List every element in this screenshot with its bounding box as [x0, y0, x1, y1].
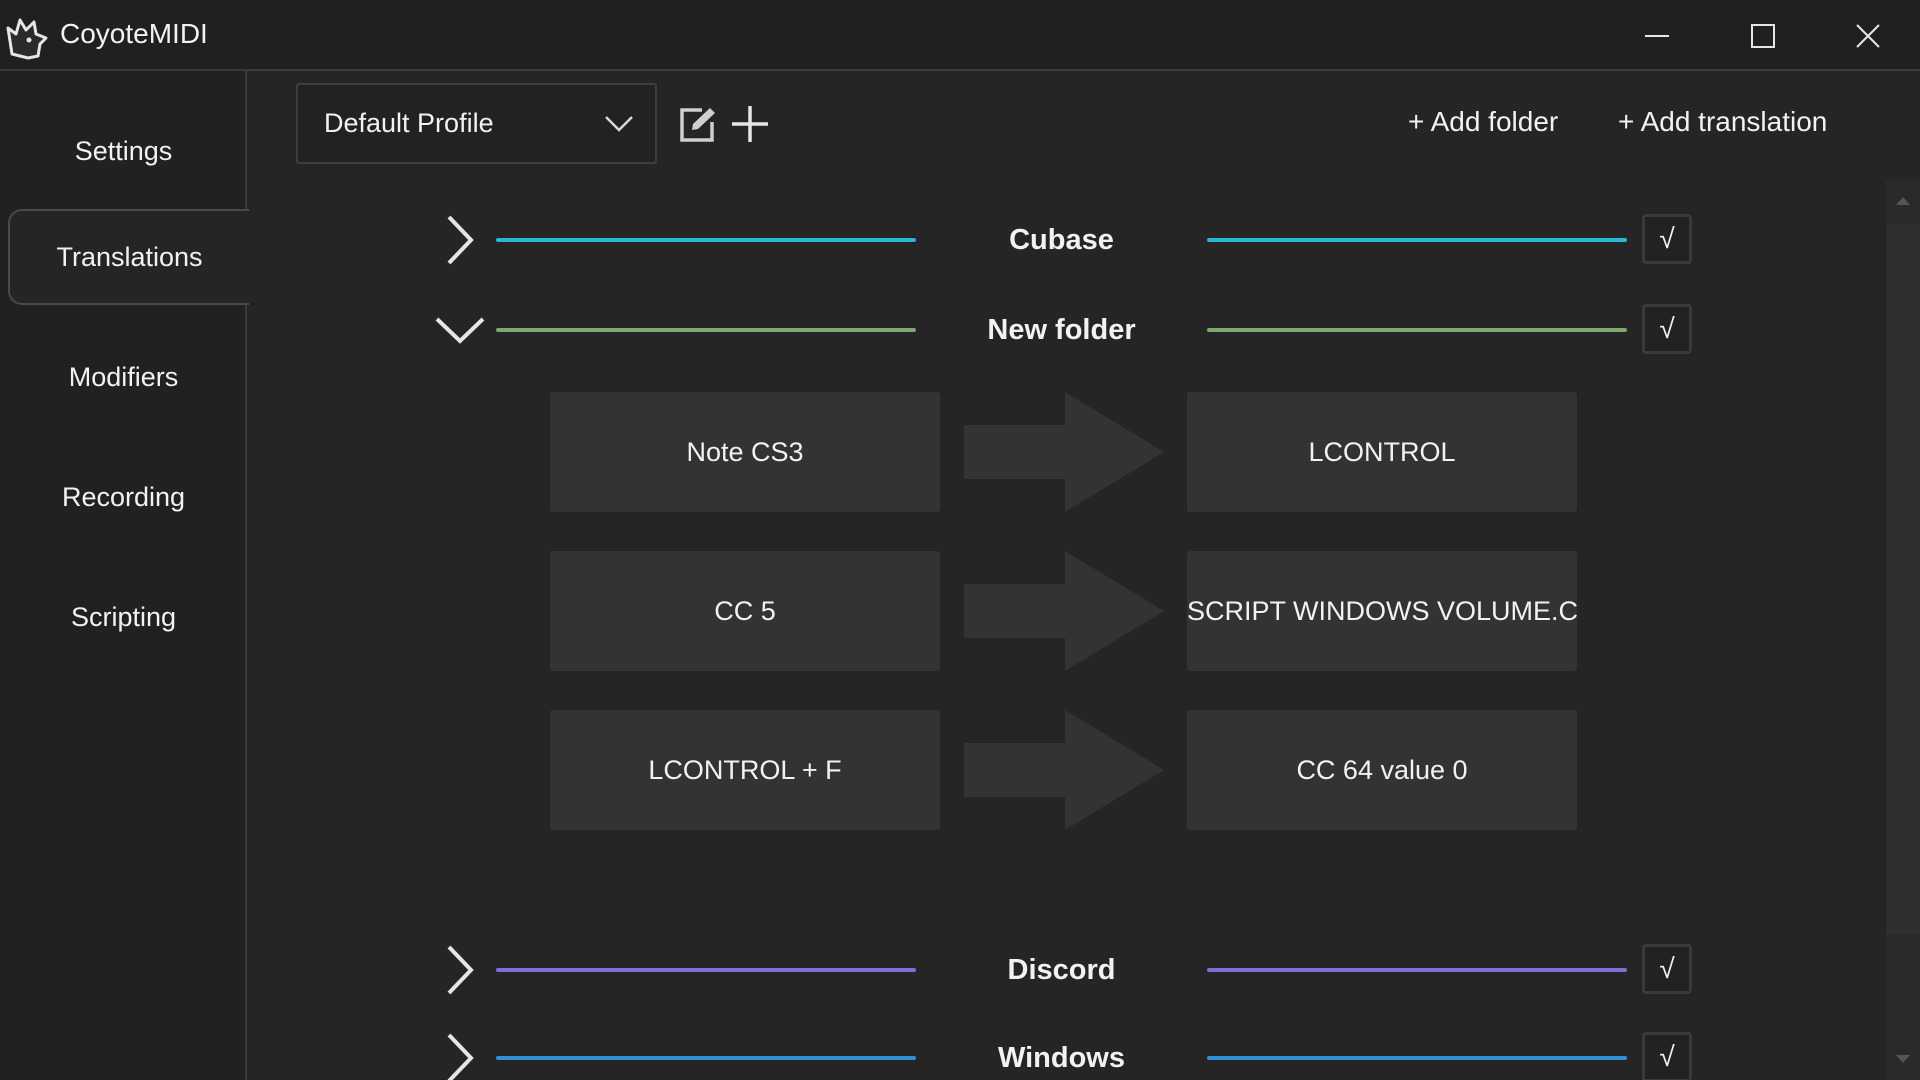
translation-input[interactable]: LCONTROL + F — [550, 710, 940, 830]
folder-name: New folder — [987, 313, 1136, 346]
folder-expand-toggle[interactable] — [432, 942, 488, 998]
app-title: CoyoteMIDI — [60, 18, 208, 49]
sidebar: Settings Translations Modifiers Recordin… — [0, 71, 253, 1080]
close-icon — [1855, 23, 1880, 48]
folder-name: Discord — [1007, 953, 1116, 986]
triangle-down-icon — [1896, 1055, 1910, 1063]
translation-row: Note CS3 LCONTROL — [548, 392, 1577, 512]
translation-row: LCONTROL + F CC 64 value 0 — [548, 710, 1577, 830]
translation-output[interactable]: LCONTROL — [1187, 392, 1577, 512]
folder-name: Cubase — [1009, 223, 1114, 256]
sidebar-item-recording[interactable]: Recording — [0, 449, 247, 545]
profile-selected-value: Default Profile — [324, 108, 494, 138]
scrollbar-thumb[interactable] — [1886, 224, 1920, 935]
translation-input[interactable]: Note CS3 — [550, 392, 940, 512]
folder-expand-toggle[interactable] — [432, 212, 488, 268]
folder-divider-left — [496, 1056, 916, 1060]
coyote-logo-icon — [6, 18, 48, 60]
chevron-down-icon — [605, 116, 633, 132]
folder-divider-left — [496, 238, 916, 242]
minimize-button[interactable] — [1604, 0, 1709, 71]
folder-enabled-checkbox[interactable]: √ — [1642, 944, 1692, 994]
chevron-right-icon — [447, 945, 474, 995]
folder-expand-toggle[interactable] — [432, 1030, 488, 1080]
folder-divider-right — [1207, 1056, 1627, 1060]
title-bar: CoyoteMIDI — [0, 0, 1920, 71]
vertical-scrollbar[interactable] — [1886, 180, 1920, 1080]
arrow-right-icon — [964, 392, 1164, 512]
translation-output[interactable]: CC 64 value 0 — [1187, 710, 1577, 830]
folder-name: Windows — [997, 1041, 1125, 1074]
folder-divider-right — [1207, 328, 1627, 332]
folder-divider-right — [1207, 238, 1627, 242]
plus-icon[interactable] — [730, 104, 770, 144]
sidebar-item-modifiers[interactable]: Modifiers — [0, 329, 247, 425]
translation-output[interactable]: SCRIPT WINDOWS VOLUME.CY — [1187, 551, 1577, 671]
sidebar-item-scripting[interactable]: Scripting — [0, 569, 247, 665]
profile-dropdown[interactable]: Default Profile — [296, 83, 657, 164]
chevron-right-icon — [447, 215, 474, 265]
edit-icon[interactable] — [678, 106, 718, 144]
folder-row: Windows √ — [420, 1022, 1700, 1080]
folder-row: New folder √ — [420, 294, 1700, 366]
arrow-right-icon — [964, 551, 1164, 671]
maximize-icon — [1750, 23, 1775, 48]
chevron-right-icon — [447, 1033, 474, 1080]
folder-enabled-checkbox[interactable]: √ — [1642, 304, 1692, 354]
translation-input[interactable]: CC 5 — [550, 551, 940, 671]
chevron-down-icon — [435, 317, 485, 344]
maximize-button[interactable] — [1710, 0, 1815, 71]
minimize-icon — [1644, 34, 1669, 37]
translation-row: CC 5 SCRIPT WINDOWS VOLUME.CY — [548, 551, 1577, 671]
add-translation-button[interactable]: + Add translation — [1618, 106, 1827, 138]
folder-divider-right — [1207, 968, 1627, 972]
folder-row: Cubase √ — [420, 204, 1700, 276]
sidebar-item-settings[interactable]: Settings — [0, 103, 247, 199]
folder-divider-left — [496, 968, 916, 972]
folder-row: Discord √ — [420, 934, 1700, 1006]
triangle-up-icon — [1896, 197, 1910, 205]
scroll-up-button[interactable] — [1886, 180, 1920, 222]
folder-divider-left — [496, 328, 916, 332]
add-folder-button[interactable]: + Add folder — [1408, 106, 1558, 138]
folder-enabled-checkbox[interactable]: √ — [1642, 1032, 1692, 1080]
close-button[interactable] — [1815, 0, 1920, 71]
arrow-right-icon — [964, 710, 1164, 830]
scroll-down-button[interactable] — [1886, 1038, 1920, 1080]
folder-expand-toggle[interactable] — [432, 302, 488, 358]
sidebar-item-translations[interactable]: Translations — [8, 209, 253, 305]
folder-enabled-checkbox[interactable]: √ — [1642, 214, 1692, 264]
